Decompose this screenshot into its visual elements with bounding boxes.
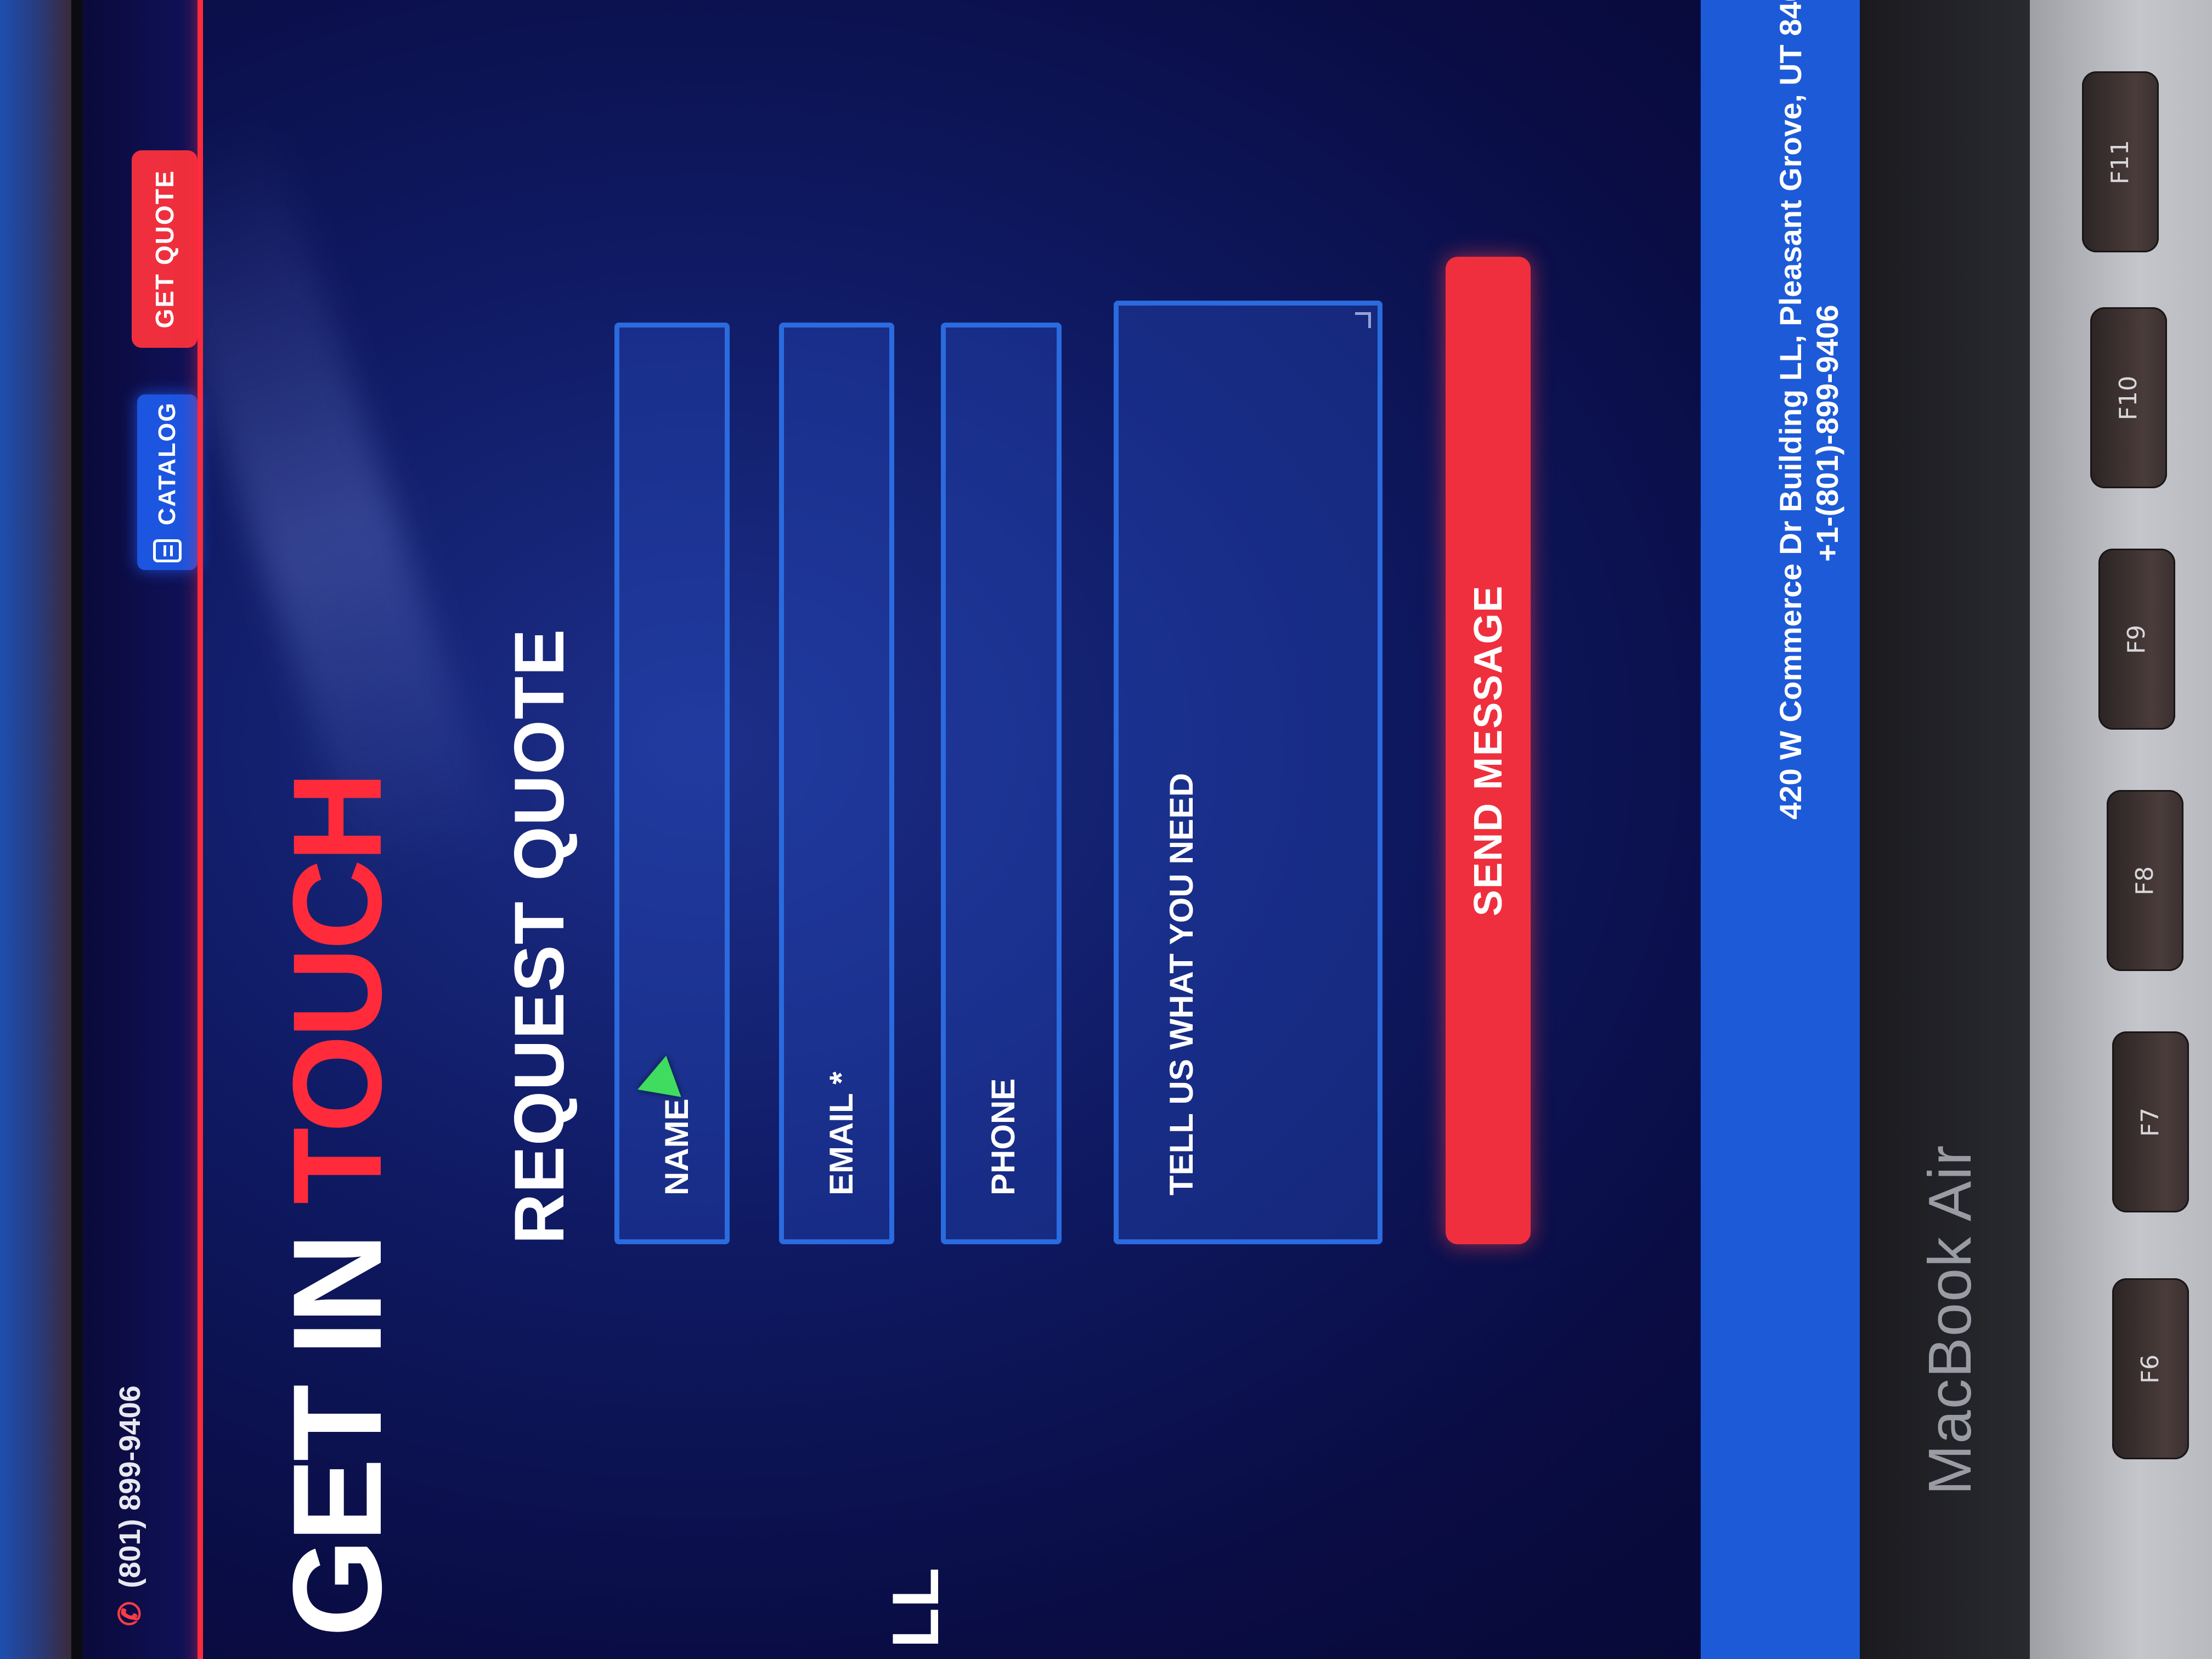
- header-phone-text: (801) 899-9406: [113, 1385, 146, 1588]
- laptop-screen: ✆ (801) 899-9406 CATALOG GET QUOTE GET I…: [82, 0, 1860, 1659]
- key-f6: F6: [2112, 1278, 2189, 1459]
- key-f8: F8: [2107, 790, 2183, 971]
- device-label-text: MacBook Air: [1916, 1144, 1984, 1495]
- send-message-label: SEND MESSAGE: [1466, 584, 1510, 917]
- key-f10: F10: [2090, 307, 2167, 488]
- left-panel-text-fragment: LL: [879, 1567, 952, 1648]
- form-title: REQUEST QUOTE: [500, 628, 579, 1244]
- page-title-part1: GET IN: [267, 1236, 408, 1637]
- key-f7-label: F7: [2136, 1107, 2165, 1137]
- phone-placeholder: PHONE: [985, 1078, 1022, 1195]
- get-quote-button[interactable]: GET QUOTE: [132, 150, 198, 348]
- resize-handle-icon[interactable]: [1355, 312, 1371, 328]
- name-field[interactable]: NAME: [614, 323, 730, 1244]
- key-f9: F9: [2098, 549, 2175, 730]
- footer-contact: 420 W Commerce Dr Building LL, Pleasant …: [1772, 0, 1846, 820]
- key-f11-label: F11: [2106, 139, 2135, 184]
- key-f8-label: F8: [2131, 866, 2159, 895]
- key-f9-label: F9: [2123, 624, 2151, 654]
- device-label: MacBook Air: [1876, 1141, 2024, 1498]
- key-f11: F11: [2082, 71, 2159, 252]
- message-placeholder: TELL US WHAT YOU NEED: [1163, 772, 1200, 1195]
- catalog-button-label: CATALOG: [154, 402, 180, 526]
- header-phone-link[interactable]: ✆ (801) 899-9406: [112, 1385, 147, 1626]
- name-placeholder: NAME: [658, 1098, 695, 1195]
- phone-icon: ✆: [114, 1601, 146, 1626]
- web-page: ✆ (801) 899-9406 CATALOG GET QUOTE GET I…: [82, 0, 1860, 1659]
- phone-field[interactable]: PHONE: [941, 323, 1062, 1244]
- page-title: GET IN TOUCH: [267, 775, 408, 1637]
- desk-background: [0, 0, 71, 1659]
- send-message-button[interactable]: SEND MESSAGE: [1446, 257, 1531, 1244]
- message-textarea[interactable]: TELL US WHAT YOU NEED: [1114, 301, 1383, 1244]
- key-f6-label: F6: [2136, 1354, 2165, 1384]
- footer-address: 420 W Commerce Dr Building LL, Pleasant …: [1773, 0, 1808, 820]
- get-quote-button-label: GET QUOTE: [150, 170, 179, 329]
- document-icon: [153, 539, 182, 563]
- email-field[interactable]: EMAIL *: [779, 323, 894, 1244]
- email-placeholder: EMAIL *: [823, 1071, 860, 1195]
- footer-phone[interactable]: +1-(801)-899-9406: [1809, 0, 1846, 820]
- key-f7: F7: [2112, 1031, 2189, 1212]
- photo-scene: ✆ (801) 899-9406 CATALOG GET QUOTE GET I…: [0, 0, 2212, 1659]
- catalog-button[interactable]: CATALOG: [137, 394, 198, 570]
- top-navigation-bar: ✆ (801) 899-9406 CATALOG GET QUOTE: [82, 0, 198, 1659]
- keyboard: F6 F7 F8 F9 F10 F11: [2030, 0, 2212, 1659]
- key-f10-label: F10: [2114, 375, 2143, 420]
- page-title-part2: TOUCH: [267, 774, 408, 1205]
